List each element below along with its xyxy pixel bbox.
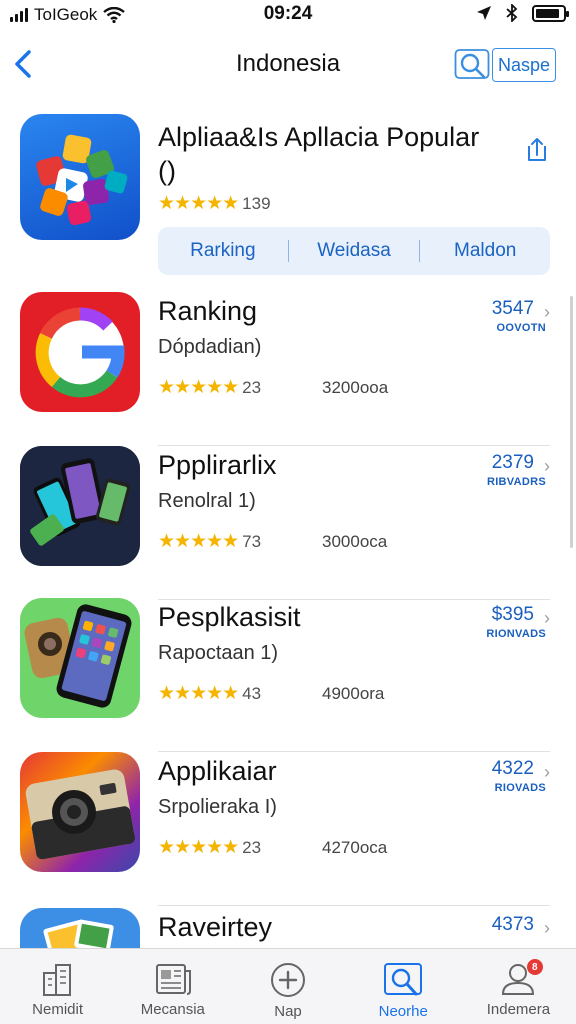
tab-label: Nemidit	[32, 1001, 84, 1018]
segment-maldon[interactable]: Maldon	[420, 240, 550, 262]
star-rating: ★★★★★	[158, 377, 239, 398]
app-subtitle: Renolral 1)	[158, 490, 256, 512]
share-button[interactable]	[520, 134, 554, 168]
share-icon	[528, 138, 546, 161]
app-rating: ★★★★★ 73	[158, 530, 261, 553]
list-item[interactable]: Pesplkasisit Rapoctaan 1) ★★★★★ 43 4900o…	[0, 598, 576, 752]
app-icon	[20, 446, 140, 566]
app-price: 4373	[491, 914, 534, 935]
plus-circle-icon	[271, 963, 305, 997]
list-item[interactable]: Ppplirarlix Renolral 1) ★★★★★ 73 3000oca…	[0, 446, 576, 600]
app-name: Ppplirarlix	[158, 450, 277, 480]
tab-label: Neorhe	[378, 1003, 428, 1020]
segment-ranking[interactable]: Rarking	[158, 240, 288, 262]
tab-neorhe[interactable]: Neorhe	[346, 949, 461, 1024]
app-name: Pesplkasisit	[158, 602, 301, 632]
featured-app: Alpliaa&Is Apllacia Popular () ★★★★★ 139…	[0, 112, 576, 278]
tab-mecansia[interactable]: Mecansia	[115, 949, 230, 1024]
phones-icon	[20, 446, 140, 566]
nav-search-button[interactable]	[454, 46, 490, 82]
g-logo-icon	[35, 307, 125, 398]
rating-count: 43	[242, 683, 262, 703]
app-subtitle: Dópdadian)	[158, 336, 262, 358]
app-name: Raveirtey	[158, 912, 273, 942]
segmented-control: Rarking Weidasa Maldon	[158, 227, 550, 275]
app-blocks-icon	[36, 134, 128, 226]
rating-count: 139	[242, 193, 271, 213]
download-count: 4270oca	[322, 838, 388, 857]
star-rating: ★★★★★	[158, 193, 239, 214]
nav-bar: Indonesia Naspe	[0, 36, 576, 92]
app-rating: ★★★★★ 23	[158, 376, 261, 399]
app-icon	[20, 752, 140, 872]
star-rating: ★★★★★	[158, 683, 239, 704]
rating-count: 23	[242, 377, 262, 397]
battery-icon	[532, 4, 569, 22]
rating-count: 23	[242, 837, 262, 857]
app-meta: RIOVADS	[494, 782, 546, 794]
segment-weidasa[interactable]: Weidasa	[289, 240, 419, 262]
app-subtitle: Rapoctaan 1)	[158, 642, 279, 664]
star-rating: ★★★★★	[158, 837, 239, 858]
download-count: 3000oca	[322, 532, 388, 551]
chevron-right-icon: ›	[544, 302, 550, 322]
app-icon	[20, 598, 140, 718]
app-rating: ★★★★★ 43	[158, 682, 261, 705]
nav-action-button[interactable]: Naspe	[492, 48, 556, 82]
app-price: 3547	[491, 298, 534, 319]
download-count: 3200ooa	[322, 378, 389, 397]
list-item[interactable]: Applikaiar Srpolieraka I) ★★★★★ 23 4270o…	[0, 752, 576, 906]
featured-title: Alpliaa&Is Apllacia Popular ()	[158, 122, 480, 186]
rating-count: 73	[242, 531, 262, 551]
featured-app-icon[interactable]	[20, 114, 140, 240]
star-rating: ★★★★★	[158, 531, 239, 552]
app-meta: RIBVADRS	[486, 476, 546, 488]
app-meta: RIONVADS	[486, 628, 546, 640]
tab-nemidit[interactable]: Nemidit	[0, 949, 115, 1024]
search-icon	[384, 963, 423, 996]
search-icon	[454, 49, 490, 79]
app-price: 4322	[491, 758, 534, 779]
camera-icon	[25, 769, 135, 860]
scrollbar[interactable]	[570, 296, 573, 548]
app-subtitle: Srpolieraka I)	[158, 796, 277, 818]
app-meta: OOVOTN	[496, 322, 546, 334]
tab-bar: Nemidit Mecansia Nap Neorhe 8 Indemera	[0, 948, 576, 1024]
battery-fill	[536, 8, 560, 18]
tab-indemera[interactable]: 8 Indemera	[461, 949, 576, 1024]
status-right	[476, 4, 569, 22]
app-icon	[20, 292, 140, 412]
phone-camera-icon	[24, 604, 132, 708]
tab-label: Indemera	[486, 1001, 551, 1018]
app-name: Ranking	[158, 296, 258, 326]
app-price: $395	[491, 604, 534, 625]
chevron-right-icon: ›	[544, 918, 550, 938]
app-price: 2379	[491, 452, 534, 473]
bluetooth-icon	[506, 4, 518, 22]
newspaper-icon	[155, 964, 191, 995]
chevron-right-icon: ›	[544, 456, 550, 476]
location-arrow-icon	[477, 6, 491, 20]
divider	[158, 905, 550, 906]
tab-nap[interactable]: Nap	[230, 949, 345, 1024]
chevron-right-icon: ›	[544, 608, 550, 628]
featured-rating: ★★★★★ 139	[158, 192, 271, 215]
download-count: 4900ora	[322, 684, 385, 703]
buildings-icon	[42, 964, 71, 996]
chevron-right-icon: ›	[544, 762, 550, 782]
list-item[interactable]: Ranking Dópdadian) ★★★★★ 23 3200ooa 3547…	[0, 292, 576, 446]
notification-badge: 8	[526, 959, 543, 975]
tab-label: Mecansia	[140, 1001, 205, 1018]
app-name: Applikaiar	[158, 756, 277, 786]
tab-label: Nap	[274, 1003, 302, 1020]
app-rating: ★★★★★ 23	[158, 836, 261, 859]
status-bar: ToIGeok 09:24	[0, 0, 576, 30]
